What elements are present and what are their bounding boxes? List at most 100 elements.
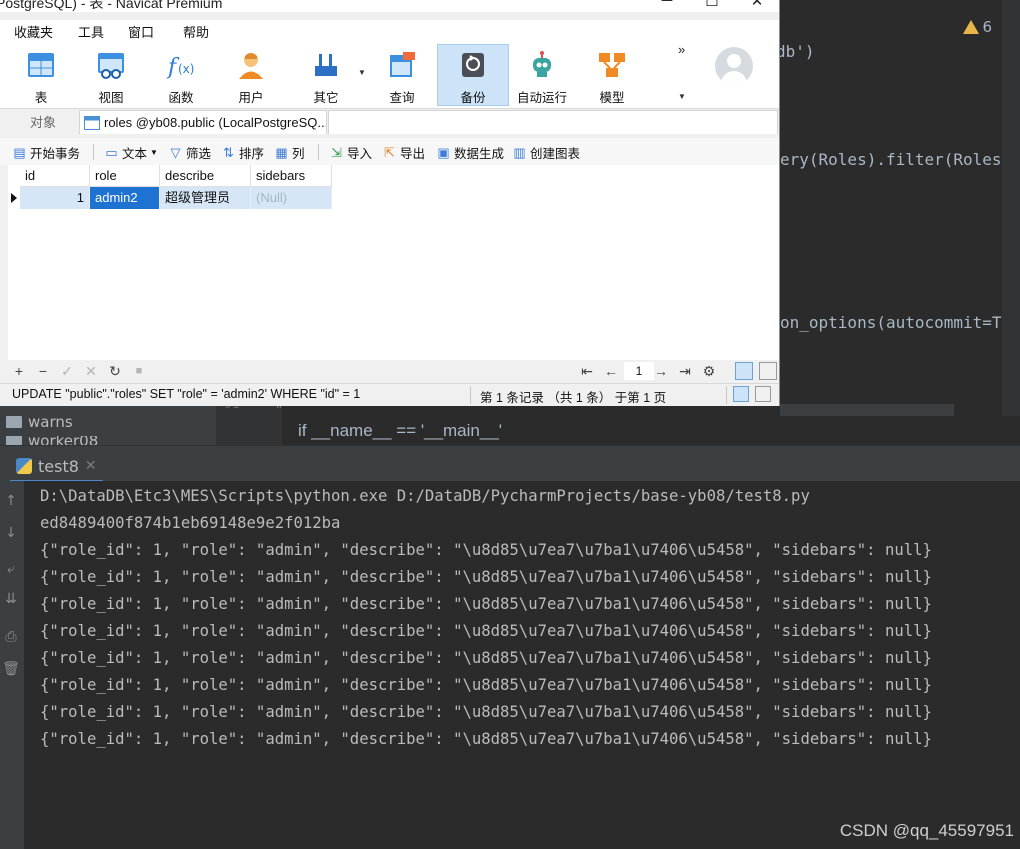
tab-objects[interactable]: 对象 xyxy=(8,111,78,134)
status-bar: UPDATE "public"."roles" SET "role" = 'ad… xyxy=(0,383,779,406)
menu-tools[interactable]: 工具 xyxy=(78,22,104,41)
import-button[interactable]: ⇲ 导入 xyxy=(329,142,372,162)
close-icon[interactable]: ✕ xyxy=(85,458,97,474)
filter-button[interactable]: ▽ 筛选 xyxy=(168,142,212,162)
user-icon xyxy=(239,53,263,79)
menu-bar: 收藏夹 工具 窗口 帮助 xyxy=(0,20,779,42)
data-grid[interactable]: id role describe sidebars 1 admin2 超级管理员… xyxy=(8,165,779,360)
data-generation-button[interactable]: ▣ 数据生成 xyxy=(436,142,504,162)
model-icon xyxy=(599,53,625,77)
toolbar-divider xyxy=(93,144,94,160)
menu-help[interactable]: 帮助 xyxy=(183,22,209,41)
minimize-button[interactable]: ─ xyxy=(652,0,682,10)
ribbon-function-button[interactable]: f (x) 函数 xyxy=(146,45,216,105)
next-page-button[interactable]: → xyxy=(652,362,670,380)
window-title: PostgreSQL) - 表 - Navicat Premium xyxy=(0,0,223,11)
status-divider xyxy=(470,386,471,404)
toolbar-label: 排序 xyxy=(239,146,265,161)
sort-button[interactable]: ⇅ 排序 xyxy=(221,142,264,162)
ribbon-view-button[interactable]: 视图 xyxy=(76,45,146,105)
dropdown-arrow-icon[interactable]: ▼ xyxy=(358,68,366,77)
more-button[interactable]: » xyxy=(678,42,685,57)
toolbar-label: 筛选 xyxy=(186,146,212,161)
ribbon-table-button[interactable]: 表 xyxy=(6,45,76,105)
ribbon-autorun-button[interactable]: 自动运行 xyxy=(507,45,577,105)
first-page-button[interactable]: ⇤ xyxy=(578,362,596,380)
table-icon xyxy=(84,115,100,130)
console-line: D:\DataDB\Etc3\MES\Scripts\python.exe D:… xyxy=(40,487,810,505)
project-item-label: worker08 xyxy=(28,436,99,445)
refresh-button[interactable]: ↻ xyxy=(106,362,124,380)
toolbar-divider xyxy=(318,144,319,160)
run-console[interactable]: D:\DataDB\Etc3\MES\Scripts\python.exe D:… xyxy=(24,481,1020,849)
console-line: {"role_id": 1, "role": "admin", "describ… xyxy=(40,541,932,559)
menu-favorites[interactable]: 收藏夹 xyxy=(14,22,53,41)
cell-sidebars[interactable]: (Null) xyxy=(251,187,332,209)
delete-record-button[interactable]: − xyxy=(34,362,52,380)
svg-text:(x): (x) xyxy=(178,62,194,76)
ribbon-label: 查询 xyxy=(389,91,415,105)
add-record-button[interactable]: + xyxy=(10,362,28,380)
cell-id[interactable]: 1 xyxy=(20,187,90,209)
maximize-button[interactable]: ☐ xyxy=(697,0,727,10)
editor-scrollbar[interactable] xyxy=(1002,0,1020,416)
tab-label: roles @yb08.public (LocalPostgreSQ... xyxy=(104,114,327,130)
menu-window[interactable]: 窗口 xyxy=(128,22,154,41)
soft-wrap-icon[interactable]: ⤶ xyxy=(2,561,20,577)
cell-describe[interactable]: 超级管理员 xyxy=(160,187,251,209)
close-button[interactable]: ✕ xyxy=(742,0,772,10)
run-tab-test8[interactable]: test8 ✕ xyxy=(10,452,103,483)
arrow-up-icon[interactable]: ↑ xyxy=(2,493,20,509)
print-icon[interactable]: ⎙ xyxy=(2,629,20,645)
settings-button[interactable]: ⚙ xyxy=(700,362,718,380)
trash-icon[interactable]: 🗑 xyxy=(2,661,20,677)
create-chart-button[interactable]: ▥ 创建图表 xyxy=(512,142,580,162)
text-button[interactable]: ▭ 文本 ▼ xyxy=(104,142,158,162)
begin-transaction-button[interactable]: ▤ 开始事务 xyxy=(12,142,80,162)
discard-changes-button[interactable]: ✕ xyxy=(82,362,100,380)
apply-changes-button[interactable]: ✓ xyxy=(58,362,76,380)
ribbon-label: 函数 xyxy=(168,91,194,105)
column-header-role[interactable]: role xyxy=(90,165,160,187)
panel-right-toggle[interactable] xyxy=(755,386,771,402)
tab-roles[interactable]: roles @yb08.public (LocalPostgreSQ... xyxy=(79,110,327,134)
ribbon-query-button[interactable]: 查询 xyxy=(367,45,437,105)
grid-view-button[interactable] xyxy=(735,362,753,380)
robot-icon xyxy=(533,51,551,77)
chevron-down-icon[interactable]: ▼ xyxy=(678,92,686,101)
ribbon-label: 模型 xyxy=(599,91,625,105)
run-panel-header: test8 ✕ xyxy=(0,445,1020,483)
console-line: ed8489400f874b1eb69148e9e2f012ba xyxy=(40,514,341,532)
column-header-describe[interactable]: describe xyxy=(160,165,251,187)
form-view-button[interactable] xyxy=(759,362,777,380)
columns-button[interactable]: ▦ 列 xyxy=(274,142,304,162)
warnings-indicator[interactable]: 6 xyxy=(963,18,992,36)
column-header-sidebars[interactable]: sidebars xyxy=(251,165,332,187)
console-line: {"role_id": 1, "role": "admin", "describ… xyxy=(40,595,932,613)
code-line: ery(Roles).filter(Roles.i xyxy=(780,150,1020,169)
avatar[interactable] xyxy=(715,47,753,85)
status-record-info: 第 1 条记录 （共 1 条） 于第 1 页 xyxy=(480,391,667,405)
prev-page-button[interactable]: ← xyxy=(602,362,620,380)
column-header-id[interactable]: id xyxy=(20,165,90,187)
ribbon-backup-button[interactable]: 备份 xyxy=(437,44,509,106)
project-item-warns[interactable]: warns xyxy=(6,413,73,431)
cell-role-selected[interactable]: admin2 xyxy=(90,187,160,209)
title-bar[interactable]: PostgreSQL) - 表 - Navicat Premium ─ ☐ ✕ xyxy=(0,0,779,12)
ribbon-model-button[interactable]: 模型 xyxy=(577,45,647,105)
folder-icon xyxy=(6,416,22,428)
page-number-input[interactable]: 1 xyxy=(624,362,654,380)
ribbon-other-button[interactable]: 其它 xyxy=(291,45,361,105)
run-toolbar: ↑ ↓ ⤶ ⇊ ⎙ 🗑 xyxy=(0,481,24,849)
columns-icon: ▦ xyxy=(275,144,288,160)
ribbon-label: 表 xyxy=(34,91,48,105)
scroll-to-end-icon[interactable]: ⇊ xyxy=(2,591,20,607)
arrow-down-icon[interactable]: ↓ xyxy=(2,525,20,541)
export-button[interactable]: ⇱ 导出 xyxy=(382,142,425,162)
ribbon-user-button[interactable]: 用户 xyxy=(216,45,286,105)
project-item-worker08[interactable]: worker08 xyxy=(6,436,98,445)
panel-left-toggle[interactable] xyxy=(733,386,749,402)
stop-button[interactable]: ■ xyxy=(130,362,148,380)
console-line: {"role_id": 1, "role": "admin", "describ… xyxy=(40,676,932,694)
last-page-button[interactable]: ⇥ xyxy=(676,362,694,380)
